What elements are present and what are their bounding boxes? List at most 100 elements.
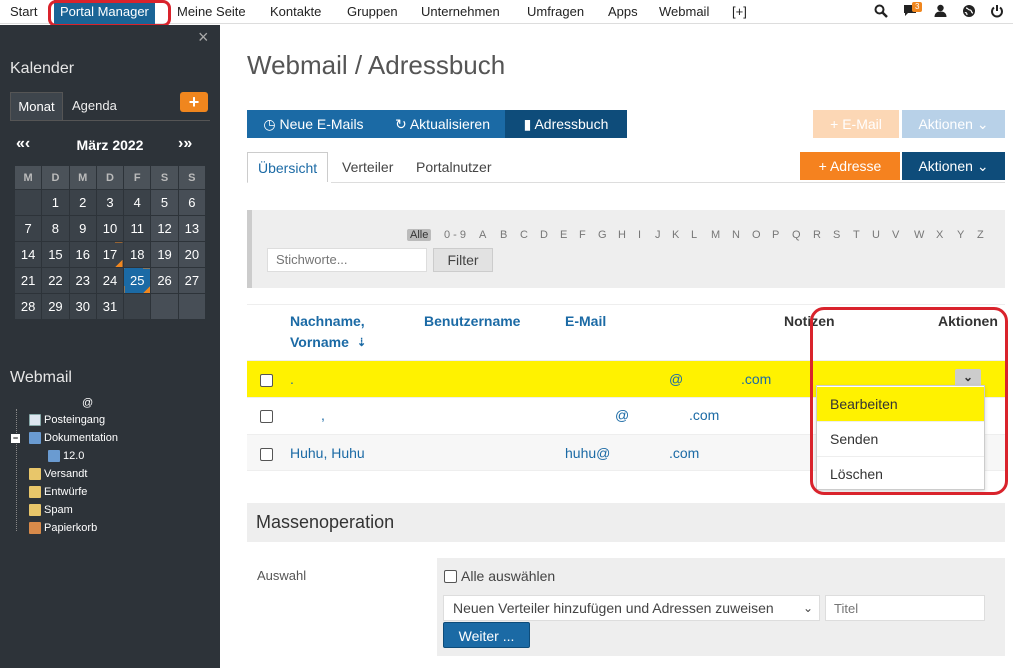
row-name[interactable]: , [321, 407, 325, 423]
calendar-day[interactable]: 4 [123, 189, 152, 216]
folder-doc-sub[interactable]: 12.0 [48, 450, 84, 463]
calendar-day[interactable]: 15 [41, 241, 70, 268]
tab-month[interactable]: Monat [10, 92, 63, 120]
calendar-day[interactable]: 19 [150, 241, 179, 268]
calendar-day[interactable]: 22 [41, 267, 70, 294]
row-name[interactable]: Huhu, Huhu [290, 445, 365, 461]
alpha-letter[interactable]: I [638, 229, 641, 241]
alpha-letter[interactable]: S [833, 229, 840, 241]
calendar-day[interactable]: 13 [177, 215, 207, 242]
alpha-letter[interactable]: V [892, 229, 899, 241]
alpha-letter[interactable]: N [732, 229, 740, 241]
folder-spam[interactable]: Spam [29, 504, 73, 517]
calendar-day[interactable]: 14 [13, 241, 43, 268]
alpha-letter[interactable]: A [479, 229, 486, 241]
globe-icon[interactable] [961, 4, 977, 20]
alpha-letter[interactable]: M [711, 229, 720, 241]
alpha-letter[interactable]: L [691, 229, 697, 241]
row-checkbox[interactable] [260, 448, 273, 461]
nav-meine-seite[interactable]: Meine Seite [177, 0, 246, 24]
column-header-firstname[interactable]: Vorname [290, 334, 349, 350]
next-button[interactable]: Weiter ... [443, 622, 530, 648]
alpha-letter[interactable]: C [520, 229, 528, 241]
row-email-domain[interactable]: .com [689, 407, 719, 423]
calendar-day[interactable]: 12 [150, 215, 179, 242]
alpha-letter[interactable]: T [853, 229, 860, 241]
alpha-letter[interactable]: W [914, 229, 924, 241]
calendar-day[interactable]: 10 [95, 215, 125, 242]
calendar-day[interactable]: 16 [68, 241, 97, 268]
collapse-icon[interactable]: − [11, 434, 20, 443]
alpha-letter[interactable]: U [872, 229, 880, 241]
alpha-letter[interactable]: E [560, 229, 567, 241]
close-icon[interactable]: × [198, 27, 209, 48]
folder-trash[interactable]: Papierkorb [29, 522, 97, 535]
alpha-letter[interactable]: D [540, 229, 548, 241]
actions-button-disabled[interactable]: Aktionen ⌄ [902, 110, 1005, 138]
tab-agenda[interactable]: Agenda [72, 92, 117, 120]
calendar-next-button[interactable]: ›» [178, 135, 192, 153]
alpha-letter[interactable]: G [598, 229, 607, 241]
sort-icon[interactable]: ⇣ [357, 336, 366, 349]
row-email-user[interactable]: @ [615, 407, 629, 423]
alpha-letter[interactable]: P [772, 229, 779, 241]
title-input[interactable] [825, 595, 985, 621]
folder-drafts[interactable]: Entwürfe [29, 486, 87, 499]
row-name[interactable]: . [290, 371, 294, 387]
filter-button[interactable]: Filter [433, 248, 493, 272]
search-input[interactable] [267, 248, 427, 272]
calendar-day[interactable]: 1 [41, 189, 70, 216]
calendar-day[interactable]: 9 [68, 215, 97, 242]
nav-more[interactable]: [+] [732, 0, 747, 24]
calendar-day[interactable] [150, 293, 179, 320]
folder-documentation[interactable]: Dokumentation [29, 432, 118, 445]
nav-gruppen[interactable]: Gruppen [347, 0, 398, 24]
tab-distribution[interactable]: Verteiler [342, 152, 393, 183]
calendar-day[interactable]: 20 [177, 241, 207, 268]
tab-portal-users[interactable]: Portalnutzer [416, 152, 491, 183]
alpha-letter[interactable]: Z [977, 229, 984, 241]
alpha-letter[interactable]: B [500, 229, 507, 241]
calendar-day[interactable]: 18 [123, 241, 152, 268]
mail-account[interactable]: @ [82, 397, 93, 409]
calendar-day[interactable]: 28 [13, 293, 43, 320]
power-icon[interactable] [989, 4, 1005, 20]
user-icon[interactable] [932, 4, 948, 20]
row-checkbox[interactable] [260, 374, 273, 387]
alpha-letter[interactable]: Y [957, 229, 964, 241]
folder-inbox[interactable]: Posteingang [29, 414, 105, 427]
nav-apps[interactable]: Apps [608, 0, 638, 24]
column-header-username[interactable]: Benutzername [424, 313, 520, 329]
alpha-letter[interactable]: X [936, 229, 943, 241]
calendar-day[interactable]: 8 [41, 215, 70, 242]
nav-umfragen[interactable]: Umfragen [527, 0, 584, 24]
calendar-prev-button[interactable]: «‹ [16, 135, 30, 153]
mass-action-select[interactable]: Neuen Verteiler hinzufügen und Adressen … [443, 595, 820, 621]
calendar-day-today[interactable]: 25 [123, 267, 152, 294]
calendar-day[interactable]: 3 [95, 189, 125, 216]
calendar-day[interactable]: 6 [177, 189, 207, 216]
calendar-day[interactable]: 31 [95, 293, 125, 320]
row-checkbox[interactable] [260, 410, 273, 423]
calendar-day[interactable]: 17 [95, 241, 125, 268]
calendar-day[interactable] [177, 293, 207, 320]
select-all-label[interactable]: Alle auswählen [461, 568, 555, 584]
new-mails-button[interactable]: ◷ Neue E-Mails [247, 110, 380, 138]
calendar-day[interactable]: 11 [123, 215, 152, 242]
row-email-user[interactable]: @ [669, 371, 683, 387]
tab-overview[interactable]: Übersicht [247, 152, 329, 183]
alpha-letter[interactable]: J [655, 229, 661, 241]
alpha-letter[interactable]: H [618, 229, 626, 241]
calendar-day[interactable]: 23 [68, 267, 97, 294]
nav-kontakte[interactable]: Kontakte [270, 0, 321, 24]
email-button-disabled[interactable]: + E-Mail [813, 110, 899, 138]
calendar-day[interactable] [123, 293, 152, 320]
refresh-button[interactable]: ↻ Aktualisieren [380, 110, 505, 138]
addressbook-button[interactable]: ▮ Adressbuch [505, 110, 627, 138]
alpha-letter[interactable]: F [579, 229, 586, 241]
search-icon[interactable] [873, 4, 889, 20]
calendar-day[interactable]: 24 [95, 267, 125, 294]
actions-button[interactable]: Aktionen ⌄ [902, 152, 1005, 180]
calendar-day[interactable]: 5 [150, 189, 179, 216]
calendar-day[interactable]: 30 [68, 293, 97, 320]
